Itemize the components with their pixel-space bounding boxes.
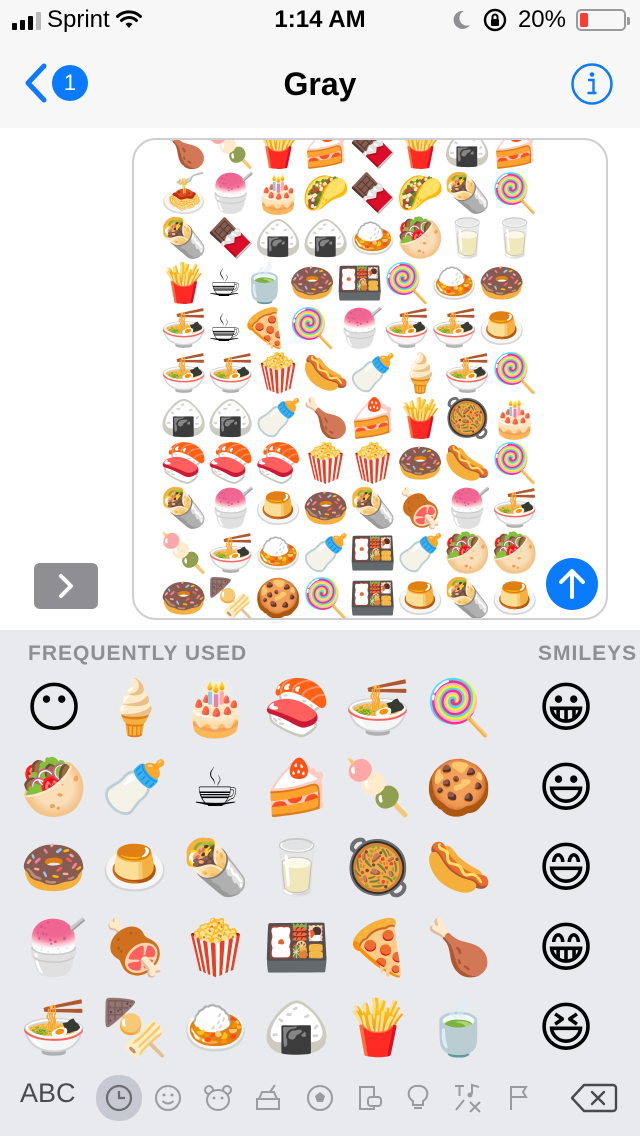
emoji-key[interactable]: 🌯 xyxy=(176,828,256,908)
emoji-key[interactable]: 🍮 xyxy=(95,828,175,908)
emoji-key[interactable]: 😁 xyxy=(526,908,606,988)
emoji-key[interactable]: 🥛 xyxy=(257,828,337,908)
emoji-key[interactable]: 🍩 xyxy=(14,828,94,908)
emoji-key[interactable]: 😀 xyxy=(526,668,606,748)
emoji-key[interactable]: 😆 xyxy=(526,988,606,1068)
emoji-key[interactable]: 🍕 xyxy=(338,908,418,988)
conversation-area: 🍗🍡🍟🍰🍫🍟🍙🍰🍝🍧🎂🌮🍫🌮🌯🍭🌯🍫🍙🍙🍛🥙🥛🥛🍟☕🍵🍩🍱🍭🍛🍩🍜☕🍕🍭🍧🍜🍜🍮… xyxy=(0,128,640,630)
battery-level xyxy=(580,13,589,27)
emoji-key[interactable]: 🍰 xyxy=(257,748,337,828)
emoji-key[interactable]: 🍙 xyxy=(257,988,337,1068)
message-draft[interactable]: 🍗🍡🍟🍰🍫🍟🍙🍰🍝🍧🎂🌮🍫🌮🌯🍭🌯🍫🍙🍙🍛🥙🥛🥛🍟☕🍵🍩🍱🍭🍛🍩🍜☕🍕🍭🍧🍜🍜🍮… xyxy=(160,138,540,620)
arrow-up-icon xyxy=(559,569,585,599)
emoji-key[interactable]: 🍱 xyxy=(257,908,337,988)
emoji-key[interactable]: 🍜 xyxy=(338,668,418,748)
emoji-key[interactable]: 🍖 xyxy=(95,908,175,988)
emoji-key[interactable]: 😃 xyxy=(526,748,606,828)
food-category-icon[interactable] xyxy=(248,1078,288,1118)
emoji-keyboard: FREQUENTLY USED SMILEYS 😶 🥙 🍩 🍧 🍜 🍦 🍼 🍮 🍖 🍢 🎂 ☕ 🌯 🍿 🍛 🍣… xyxy=(0,630,640,1136)
emoji-key[interactable]: 🍵 xyxy=(419,988,499,1068)
emoji-key[interactable]: 🍢 xyxy=(95,988,175,1068)
emoji-key[interactable]: 😶 xyxy=(14,668,94,748)
animals-category-icon[interactable] xyxy=(198,1078,238,1118)
smileys-category-icon[interactable] xyxy=(148,1078,188,1118)
emoji-key[interactable]: 🍗 xyxy=(419,908,499,988)
section-frequently-used: FREQUENTLY USED xyxy=(28,642,248,665)
emoji-key[interactable]: 🍼 xyxy=(95,748,175,828)
contact-name[interactable]: Gray xyxy=(0,66,640,103)
status-right: 20% xyxy=(450,6,630,34)
flags-category-icon[interactable] xyxy=(498,1078,538,1118)
emoji-key[interactable]: 🍟 xyxy=(338,988,418,1068)
emoji-key[interactable]: 🍧 xyxy=(14,908,94,988)
emoji-key[interactable]: 🥙 xyxy=(14,748,94,828)
conversation-header: 1 Gray xyxy=(0,40,640,128)
symbols-category-icon[interactable] xyxy=(448,1078,488,1118)
emoji-key[interactable]: 🍜 xyxy=(14,988,94,1068)
message-input[interactable]: 🍗🍡🍟🍰🍫🍟🍙🍰🍝🍧🎂🌮🍫🌮🌯🍭🌯🍫🍙🍙🍛🥙🥛🥛🍟☕🍵🍩🍱🍭🍛🍩🍜☕🍕🍭🍧🍜🍜🍮… xyxy=(132,138,608,620)
delete-backspace-icon[interactable] xyxy=(570,1082,618,1114)
status-bar: Sprint 1:14 AM 20% xyxy=(0,0,640,40)
objects-category-icon[interactable] xyxy=(398,1078,438,1118)
battery-percent: 20% xyxy=(517,6,566,33)
emoji-key[interactable]: 🎂 xyxy=(176,668,256,748)
do-not-disturb-moon-icon xyxy=(453,10,470,29)
section-smileys: SMILEYS xyxy=(538,642,638,665)
emoji-key[interactable]: 🍭 xyxy=(419,668,499,748)
chevron-right-icon xyxy=(59,574,73,598)
emoji-key[interactable]: 🌭 xyxy=(419,828,499,908)
send-button[interactable] xyxy=(546,558,598,610)
emoji-key[interactable]: 😄 xyxy=(526,828,606,908)
activity-category-icon[interactable] xyxy=(300,1078,340,1118)
info-icon[interactable] xyxy=(570,62,614,106)
emoji-key[interactable]: ☕ xyxy=(176,748,256,828)
emoji-key[interactable]: 🍛 xyxy=(176,988,256,1068)
abc-key[interactable]: ABC xyxy=(20,1078,76,1109)
emoji-key[interactable]: 🍦 xyxy=(95,668,175,748)
draft-text: 🍗🍡🍟🍰🍫🍟🍙🍰🍝🍧🎂🌮🍫🌮🌯🍭🌯🍫🍙🍙🍛🥙🥛🥛🍟☕🍵🍩🍱🍭🍛🍩🍜☕🍕🍭🍧🍜🍜🍮… xyxy=(160,138,539,620)
recent-clock-icon[interactable] xyxy=(96,1075,142,1121)
emoji-key[interactable]: 🍪 xyxy=(419,748,499,828)
emoji-key[interactable]: 🥘 xyxy=(338,828,418,908)
emoji-key[interactable]: 🍿 xyxy=(176,908,256,988)
emoji-key[interactable]: 🍣 xyxy=(257,668,337,748)
keyboard-category-bar: ABC xyxy=(0,1064,640,1136)
battery-icon xyxy=(576,9,630,31)
emoji-key[interactable]: 🍡 xyxy=(338,748,418,828)
app-drawer-button[interactable] xyxy=(34,563,98,609)
orientation-lock-icon xyxy=(483,8,507,32)
travel-category-icon[interactable] xyxy=(350,1078,390,1118)
